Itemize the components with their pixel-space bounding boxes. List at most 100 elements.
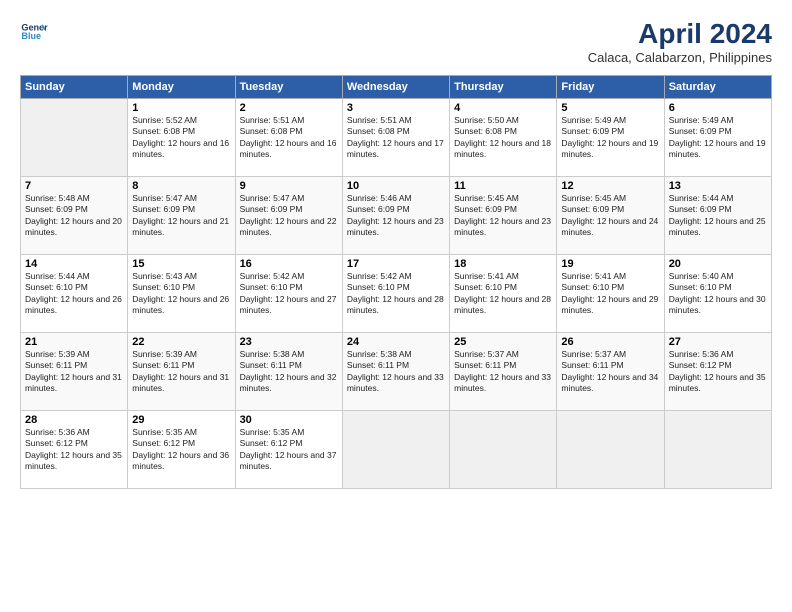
- day-info: Sunrise: 5:43 AMSunset: 6:10 PMDaylight:…: [132, 271, 230, 317]
- calendar-cell: 14Sunrise: 5:44 AMSunset: 6:10 PMDayligh…: [21, 255, 128, 333]
- page-header: General Blue April 2024 Calaca, Calabarz…: [20, 18, 772, 65]
- day-info: Sunrise: 5:46 AMSunset: 6:09 PMDaylight:…: [347, 193, 445, 239]
- day-info: Sunrise: 5:41 AMSunset: 6:10 PMDaylight:…: [454, 271, 552, 317]
- calendar-cell: 24Sunrise: 5:38 AMSunset: 6:11 PMDayligh…: [342, 333, 449, 411]
- calendar-cell: 10Sunrise: 5:46 AMSunset: 6:09 PMDayligh…: [342, 177, 449, 255]
- day-info: Sunrise: 5:44 AMSunset: 6:09 PMDaylight:…: [669, 193, 767, 239]
- col-header-wednesday: Wednesday: [342, 76, 449, 99]
- calendar-cell: 11Sunrise: 5:45 AMSunset: 6:09 PMDayligh…: [450, 177, 557, 255]
- day-number: 25: [454, 336, 552, 348]
- day-info: Sunrise: 5:42 AMSunset: 6:10 PMDaylight:…: [347, 271, 445, 317]
- day-number: 3: [347, 102, 445, 114]
- day-info: Sunrise: 5:39 AMSunset: 6:11 PMDaylight:…: [25, 349, 123, 395]
- calendar-cell: 13Sunrise: 5:44 AMSunset: 6:09 PMDayligh…: [664, 177, 771, 255]
- day-number: 21: [25, 336, 123, 348]
- calendar-cell: 27Sunrise: 5:36 AMSunset: 6:12 PMDayligh…: [664, 333, 771, 411]
- day-number: 17: [347, 258, 445, 270]
- calendar-cell: 20Sunrise: 5:40 AMSunset: 6:10 PMDayligh…: [664, 255, 771, 333]
- day-info: Sunrise: 5:35 AMSunset: 6:12 PMDaylight:…: [240, 427, 338, 473]
- day-number: 7: [25, 180, 123, 192]
- calendar-cell: 18Sunrise: 5:41 AMSunset: 6:10 PMDayligh…: [450, 255, 557, 333]
- calendar-cell: [450, 411, 557, 489]
- day-number: 30: [240, 414, 338, 426]
- day-number: 18: [454, 258, 552, 270]
- day-number: 29: [132, 414, 230, 426]
- day-number: 6: [669, 102, 767, 114]
- day-number: 26: [561, 336, 659, 348]
- calendar-cell: [21, 99, 128, 177]
- calendar-cell: 28Sunrise: 5:36 AMSunset: 6:12 PMDayligh…: [21, 411, 128, 489]
- col-header-tuesday: Tuesday: [235, 76, 342, 99]
- day-number: 10: [347, 180, 445, 192]
- day-number: 4: [454, 102, 552, 114]
- day-info: Sunrise: 5:45 AMSunset: 6:09 PMDaylight:…: [454, 193, 552, 239]
- day-info: Sunrise: 5:40 AMSunset: 6:10 PMDaylight:…: [669, 271, 767, 317]
- day-number: 11: [454, 180, 552, 192]
- day-info: Sunrise: 5:36 AMSunset: 6:12 PMDaylight:…: [669, 349, 767, 395]
- day-number: 14: [25, 258, 123, 270]
- calendar-cell: 6Sunrise: 5:49 AMSunset: 6:09 PMDaylight…: [664, 99, 771, 177]
- day-number: 22: [132, 336, 230, 348]
- logo-icon: General Blue: [20, 18, 48, 46]
- col-header-sunday: Sunday: [21, 76, 128, 99]
- day-number: 16: [240, 258, 338, 270]
- calendar-cell: 25Sunrise: 5:37 AMSunset: 6:11 PMDayligh…: [450, 333, 557, 411]
- logo: General Blue: [20, 18, 52, 46]
- day-info: Sunrise: 5:49 AMSunset: 6:09 PMDaylight:…: [561, 115, 659, 161]
- day-number: 15: [132, 258, 230, 270]
- day-info: Sunrise: 5:49 AMSunset: 6:09 PMDaylight:…: [669, 115, 767, 161]
- day-info: Sunrise: 5:44 AMSunset: 6:10 PMDaylight:…: [25, 271, 123, 317]
- day-number: 28: [25, 414, 123, 426]
- day-info: Sunrise: 5:37 AMSunset: 6:11 PMDaylight:…: [454, 349, 552, 395]
- day-info: Sunrise: 5:51 AMSunset: 6:08 PMDaylight:…: [240, 115, 338, 161]
- calendar-cell: 1Sunrise: 5:52 AMSunset: 6:08 PMDaylight…: [128, 99, 235, 177]
- calendar-cell: 12Sunrise: 5:45 AMSunset: 6:09 PMDayligh…: [557, 177, 664, 255]
- day-info: Sunrise: 5:36 AMSunset: 6:12 PMDaylight:…: [25, 427, 123, 473]
- col-header-friday: Friday: [557, 76, 664, 99]
- calendar-cell: 3Sunrise: 5:51 AMSunset: 6:08 PMDaylight…: [342, 99, 449, 177]
- col-header-thursday: Thursday: [450, 76, 557, 99]
- day-number: 2: [240, 102, 338, 114]
- calendar-cell: 2Sunrise: 5:51 AMSunset: 6:08 PMDaylight…: [235, 99, 342, 177]
- calendar-table: SundayMondayTuesdayWednesdayThursdayFrid…: [20, 75, 772, 489]
- calendar-cell: 4Sunrise: 5:50 AMSunset: 6:08 PMDaylight…: [450, 99, 557, 177]
- day-info: Sunrise: 5:45 AMSunset: 6:09 PMDaylight:…: [561, 193, 659, 239]
- day-info: Sunrise: 5:39 AMSunset: 6:11 PMDaylight:…: [132, 349, 230, 395]
- svg-text:Blue: Blue: [21, 31, 41, 41]
- calendar-cell: 17Sunrise: 5:42 AMSunset: 6:10 PMDayligh…: [342, 255, 449, 333]
- day-info: Sunrise: 5:52 AMSunset: 6:08 PMDaylight:…: [132, 115, 230, 161]
- day-number: 19: [561, 258, 659, 270]
- calendar-cell: 8Sunrise: 5:47 AMSunset: 6:09 PMDaylight…: [128, 177, 235, 255]
- calendar-cell: [342, 411, 449, 489]
- day-number: 27: [669, 336, 767, 348]
- calendar-cell: [557, 411, 664, 489]
- calendar-cell: [664, 411, 771, 489]
- calendar-cell: 19Sunrise: 5:41 AMSunset: 6:10 PMDayligh…: [557, 255, 664, 333]
- calendar-cell: 16Sunrise: 5:42 AMSunset: 6:10 PMDayligh…: [235, 255, 342, 333]
- calendar-cell: 5Sunrise: 5:49 AMSunset: 6:09 PMDaylight…: [557, 99, 664, 177]
- day-info: Sunrise: 5:48 AMSunset: 6:09 PMDaylight:…: [25, 193, 123, 239]
- title-block: April 2024 Calaca, Calabarzon, Philippin…: [588, 18, 772, 65]
- col-header-monday: Monday: [128, 76, 235, 99]
- day-number: 8: [132, 180, 230, 192]
- day-info: Sunrise: 5:41 AMSunset: 6:10 PMDaylight:…: [561, 271, 659, 317]
- calendar-cell: 29Sunrise: 5:35 AMSunset: 6:12 PMDayligh…: [128, 411, 235, 489]
- calendar-cell: 30Sunrise: 5:35 AMSunset: 6:12 PMDayligh…: [235, 411, 342, 489]
- day-info: Sunrise: 5:50 AMSunset: 6:08 PMDaylight:…: [454, 115, 552, 161]
- calendar-cell: 22Sunrise: 5:39 AMSunset: 6:11 PMDayligh…: [128, 333, 235, 411]
- day-number: 1: [132, 102, 230, 114]
- calendar-cell: 9Sunrise: 5:47 AMSunset: 6:09 PMDaylight…: [235, 177, 342, 255]
- day-info: Sunrise: 5:37 AMSunset: 6:11 PMDaylight:…: [561, 349, 659, 395]
- location-subtitle: Calaca, Calabarzon, Philippines: [588, 50, 772, 65]
- calendar-cell: 26Sunrise: 5:37 AMSunset: 6:11 PMDayligh…: [557, 333, 664, 411]
- day-number: 13: [669, 180, 767, 192]
- calendar-cell: 23Sunrise: 5:38 AMSunset: 6:11 PMDayligh…: [235, 333, 342, 411]
- calendar-cell: 7Sunrise: 5:48 AMSunset: 6:09 PMDaylight…: [21, 177, 128, 255]
- calendar-cell: 15Sunrise: 5:43 AMSunset: 6:10 PMDayligh…: [128, 255, 235, 333]
- calendar-cell: 21Sunrise: 5:39 AMSunset: 6:11 PMDayligh…: [21, 333, 128, 411]
- month-title: April 2024: [588, 18, 772, 50]
- day-info: Sunrise: 5:38 AMSunset: 6:11 PMDaylight:…: [347, 349, 445, 395]
- day-info: Sunrise: 5:42 AMSunset: 6:10 PMDaylight:…: [240, 271, 338, 317]
- day-info: Sunrise: 5:51 AMSunset: 6:08 PMDaylight:…: [347, 115, 445, 161]
- day-info: Sunrise: 5:47 AMSunset: 6:09 PMDaylight:…: [240, 193, 338, 239]
